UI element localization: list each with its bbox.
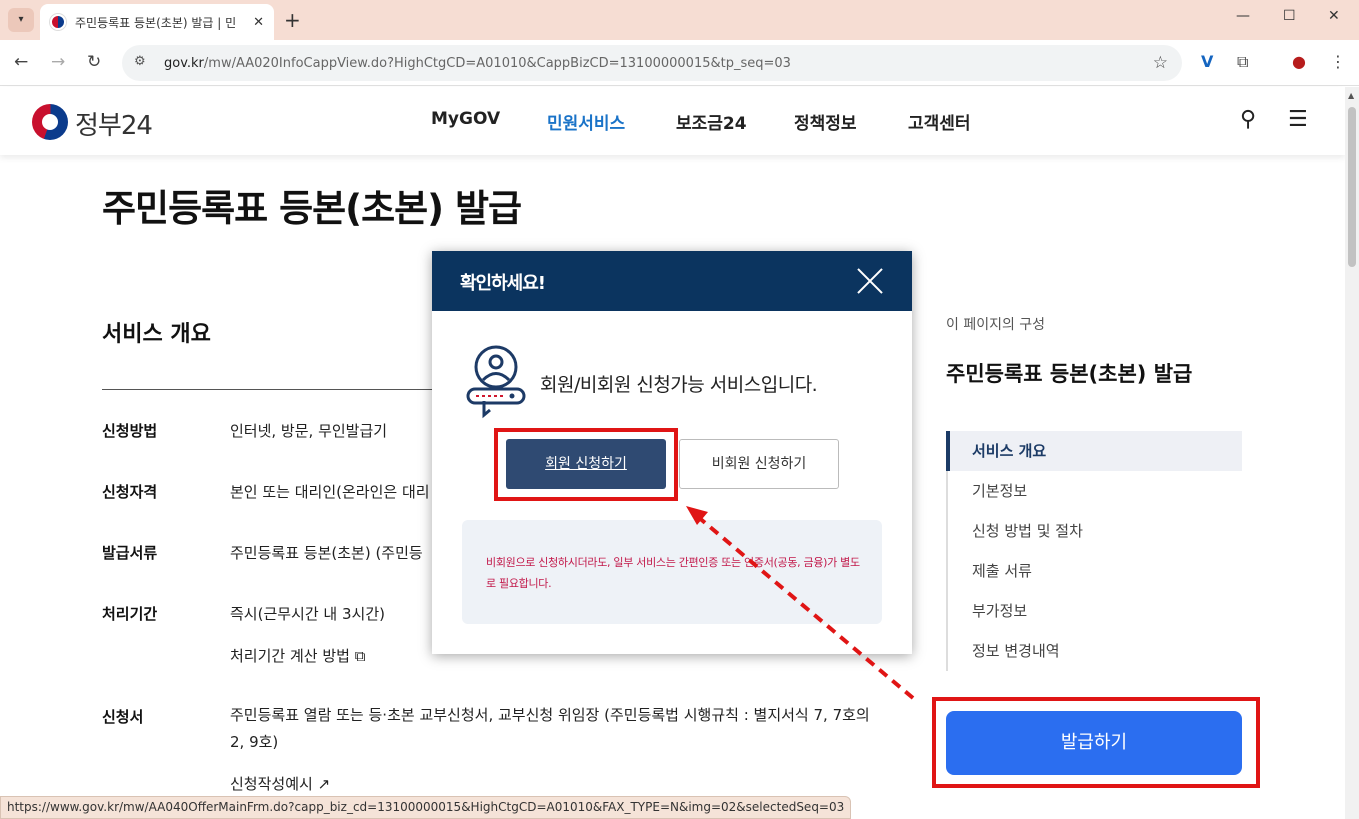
hamburger-menu-icon[interactable]: ☰ (1288, 107, 1308, 132)
url-host: gov.kr (164, 55, 204, 71)
toc-item-documents[interactable]: 제출 서류 (948, 551, 1244, 591)
gnb-customer-center[interactable]: 고객센터 (908, 109, 971, 134)
tab-title: 주민등록표 등본(초본) 발급 | 민 (75, 15, 237, 30)
reload-icon[interactable]: ↻ (87, 52, 101, 72)
toc-item-procedure[interactable]: 신청 방법 및 절차 (948, 511, 1244, 551)
site-info-icon[interactable]: ⚙ (134, 54, 152, 72)
close-icon[interactable] (856, 267, 884, 295)
forward-icon[interactable]: → (51, 52, 65, 72)
issue-button-highlight (932, 697, 1260, 788)
modal-message: 회원/비회원 신청가능 서비스입니다. (540, 374, 818, 396)
row-value-method: 인터넷, 방문, 무인발급기 (230, 422, 388, 440)
bookmark-star-icon[interactable]: ☆ (1153, 53, 1168, 73)
section-title: 서비스 개요 (102, 322, 211, 347)
guest-apply-button[interactable]: 비회원 신청하기 (679, 439, 839, 489)
page-title: 주민등록표 등본(초본) 발급 (102, 187, 522, 230)
browser-tab-active[interactable]: 주민등록표 등본(초본) 발급 | 민 ✕ (40, 4, 274, 40)
status-bar-url: https://www.gov.kr/mw/AA040OfferMainFrm.… (0, 796, 852, 819)
row-label-method: 신청방법 (102, 422, 158, 440)
processing-calc-label: 처리기간 계산 방법 (230, 647, 350, 665)
gnb-subsidy[interactable]: 보조금24 (676, 109, 747, 134)
aside-caption: 이 페이지의 구성 (946, 317, 1046, 333)
taegeuk-logo-icon[interactable] (32, 104, 68, 140)
site-header: 정부24 MyGOV 민원서비스 보조금24 정책정보 고객센터 ⚲ ☰ (0, 87, 1345, 155)
site-logo-text[interactable]: 정부24 (75, 105, 153, 142)
browser-menu-icon[interactable]: ⋮ (1330, 52, 1346, 71)
toc-item-history[interactable]: 정보 변경내역 (948, 631, 1244, 671)
form-example-link[interactable]: 신청작성예시 ↗ (230, 773, 330, 794)
gov-favicon-icon (50, 14, 66, 30)
processing-calc-link[interactable]: 처리기간 계산 방법 ⧉ (230, 645, 365, 666)
aside-title: 주민등록표 등본(초본) 발급 (946, 362, 1193, 386)
external-link-icon: ↗ (317, 775, 331, 793)
extensions-puzzle-icon[interactable]: ⧉ (1237, 52, 1248, 72)
row-value-documents: 주민등록표 등본(초본) (주민등 (230, 544, 423, 562)
gnb-policy[interactable]: 정책정보 (794, 109, 857, 134)
row-label-form: 신청서 (102, 708, 144, 726)
member-user-icon (466, 345, 526, 419)
page-toc: 서비스 개요 기본정보 신청 방법 및 절차 제출 서류 부가정보 정보 변경내… (946, 431, 1242, 671)
close-tab-icon[interactable]: ✕ (253, 15, 264, 30)
toc-item-overview[interactable]: 서비스 개요 (946, 431, 1242, 471)
scroll-thumb[interactable] (1348, 107, 1356, 267)
toc-item-additional[interactable]: 부가정보 (948, 591, 1244, 631)
tab-search-button[interactable]: ▾ (8, 8, 34, 32)
row-value-form: 주민등록표 열람 또는 등·초본 교부신청서, 교부신청 위임장 (주민등록법 … (230, 706, 870, 751)
row-label-processing: 처리기간 (102, 605, 158, 623)
row-value-eligibility: 본인 또는 대리인(온라인은 대리 (230, 483, 430, 501)
row-label-eligibility: 신청자격 (102, 483, 158, 501)
window-close-icon[interactable]: ✕ (1328, 8, 1340, 24)
row-label-documents: 발급서류 (102, 544, 158, 562)
browser-tabbar: ▾ 주민등록표 등본(초본) 발급 | 민 ✕ + — ☐ ✕ (0, 0, 1359, 40)
url-path: /mw/AA020InfoCappView.do?HighCtgCD=A0101… (203, 55, 791, 71)
row-value-processing: 즉시(근무시간 내 3시간) (230, 605, 385, 623)
form-example-label: 신청작성예시 (230, 775, 313, 793)
notice-text: 비회원으로 신청하시더라도, 일부 서비스는 간편인증 또는 인증서(공동, 금… (486, 556, 860, 590)
copy-icon: ⧉ (354, 647, 366, 665)
search-icon[interactable]: ⚲ (1240, 107, 1256, 132)
browser-toolbar: ← → ↻ ⚙ gov.kr/mw/AA020InfoCappView.do?H… (0, 40, 1359, 86)
profile-avatar-icon[interactable]: ● (1292, 52, 1306, 71)
back-icon[interactable]: ← (14, 52, 28, 72)
scroll-up-icon[interactable]: ▲ (1348, 91, 1354, 100)
new-tab-button[interactable]: + (284, 8, 301, 32)
maximize-icon[interactable]: ☐ (1283, 8, 1296, 24)
gnb-mygov[interactable]: MyGOV (431, 109, 500, 129)
minimize-icon[interactable]: — (1236, 8, 1250, 24)
member-button-highlight (494, 428, 678, 501)
page-scrollbar[interactable]: ▲ (1345, 87, 1359, 819)
notice-box: 비회원으로 신청하시더라도, 일부 서비스는 간편인증 또는 인증서(공동, 금… (462, 520, 882, 624)
address-bar[interactable]: ⚙ gov.kr/mw/AA020InfoCappView.do?HighCtg… (122, 45, 1182, 81)
modal-header: 확인하세요! (432, 251, 912, 311)
gnb-civil-service[interactable]: 민원서비스 (547, 109, 625, 134)
toc-item-basic-info[interactable]: 기본정보 (948, 471, 1244, 511)
extension-v-icon[interactable]: V (1201, 52, 1213, 71)
modal-title: 확인하세요! (460, 273, 546, 294)
